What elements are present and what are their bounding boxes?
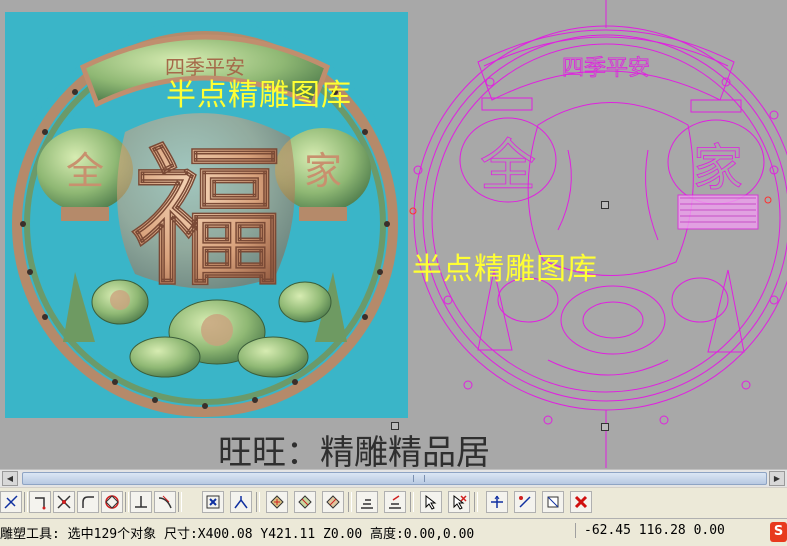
status-cursor-coordinates: -62.45 116.28 0.00: [575, 523, 774, 538]
selection-handle-bottom[interactable]: [601, 423, 609, 431]
diamond-3-icon[interactable]: [322, 491, 344, 513]
corner-icon[interactable]: [29, 491, 51, 513]
deselect-arrow-icon[interactable]: [448, 491, 470, 513]
scroll-thumb[interactable]: [22, 472, 767, 485]
status-selection-info: 雕塑工具: 选中129个对象 尺寸:X400.08 Y421.11 Z0.00 …: [0, 527, 475, 542]
mirror-icon[interactable]: [542, 491, 564, 513]
right-lantern-char: 家: [304, 149, 342, 193]
app-tray-icon[interactable]: S: [770, 522, 787, 542]
watermark-top: 半点精雕图库: [166, 78, 352, 113]
round-corner-icon[interactable]: [77, 491, 99, 513]
move-icon[interactable]: [486, 491, 508, 513]
design-canvas[interactable]: 四季平安 全 家 福 四季平安 全 家 半点精雕图库 半点精雕图库 旺旺：精雕精…: [0, 0, 787, 468]
vector-left-char: 全: [480, 134, 536, 199]
horizontal-scrollbar[interactable]: ◀ ▶: [0, 469, 787, 487]
vector-artwork: 四季平安 全 家: [409, 0, 787, 468]
vector-right-char: 家: [693, 139, 743, 197]
fu-character: 福: [132, 130, 283, 306]
selection-handle-bottom-left[interactable]: [391, 422, 399, 430]
watermark-middle: 半点精雕图库: [412, 252, 598, 287]
status-bar: 雕塑工具: 选中129个对象 尺寸:X400.08 Y421.11 Z0.00 …: [0, 518, 787, 546]
snap-point-icon[interactable]: [202, 491, 224, 513]
scroll-right-arrow[interactable]: ▶: [769, 471, 785, 486]
selection-handle-center[interactable]: [601, 201, 609, 209]
diamond-2-icon[interactable]: [294, 491, 316, 513]
diamond-1-icon[interactable]: [266, 491, 288, 513]
vector-outline-panel[interactable]: 四季平安 全 家: [408, 0, 787, 468]
bend-icon[interactable]: [230, 491, 252, 513]
node-circle-icon[interactable]: [101, 491, 123, 513]
tangent-icon[interactable]: [154, 491, 176, 513]
shop-caption: 旺旺：精雕精品居: [218, 433, 490, 468]
intersect-icon[interactable]: [53, 491, 75, 513]
scroll-left-arrow[interactable]: ◀: [2, 471, 18, 486]
select-arrow-icon[interactable]: [420, 491, 442, 513]
left-lantern-char: 全: [66, 149, 104, 193]
vector-banner-text: 四季平安: [562, 56, 650, 81]
distribute-icon[interactable]: [384, 491, 406, 513]
rotate-icon[interactable]: [514, 491, 536, 513]
delete-icon[interactable]: [570, 491, 592, 513]
perpendicular-icon[interactable]: [130, 491, 152, 513]
tool-bar: [0, 487, 787, 518]
trim-icon[interactable]: [0, 491, 22, 513]
align-icon[interactable]: [356, 491, 378, 513]
